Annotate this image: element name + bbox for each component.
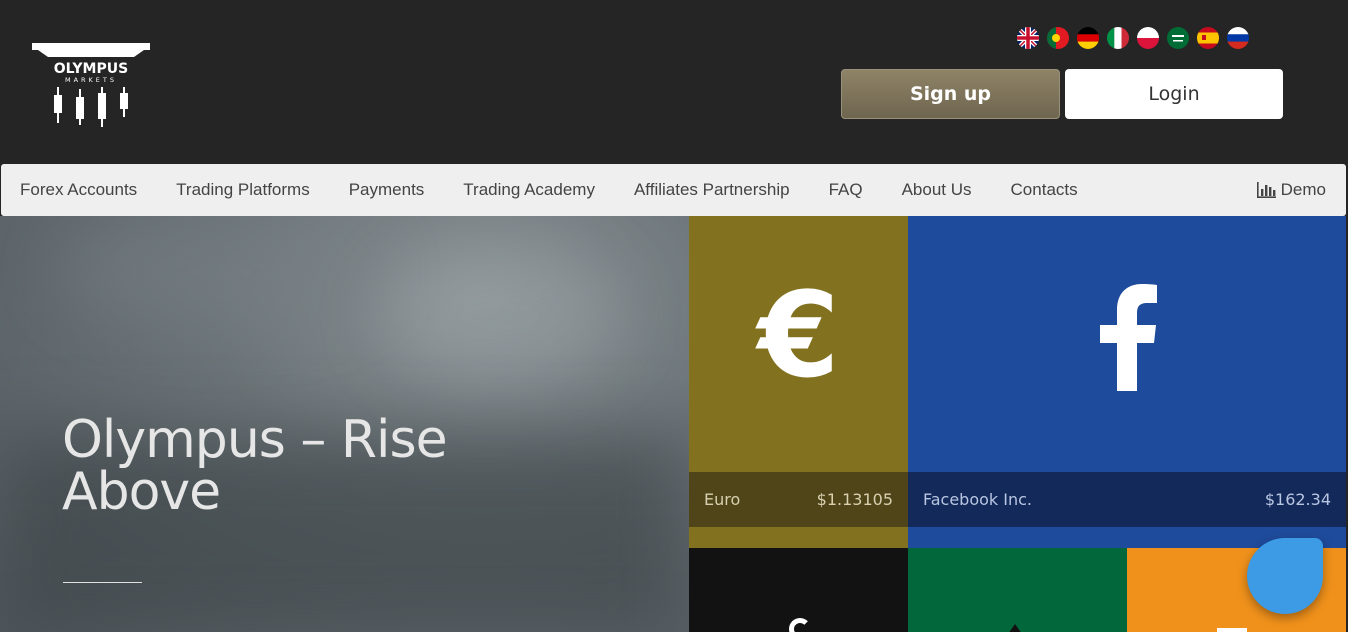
russia-flag-icon[interactable] [1227, 27, 1249, 49]
tile-info-bar: Facebook Inc. $162.34 [908, 472, 1346, 527]
svg-text:OLYMPUS: OLYMPUS [54, 61, 128, 77]
partial-icon [1008, 624, 1022, 632]
tile-info-bar: Euro $1.13105 [689, 472, 908, 527]
instrument-tile-facebook[interactable]: Facebook Inc. $162.34 [908, 216, 1346, 548]
nav-item-payments[interactable]: Payments [329, 180, 444, 200]
instrument-name: Euro [704, 490, 741, 509]
nav-item-affiliates-partnership[interactable]: Affiliates Partnership [614, 180, 809, 200]
chat-bubble-button[interactable] [1247, 538, 1323, 614]
login-button[interactable]: Login [1065, 69, 1283, 119]
instrument-tile-partial-black[interactable] [689, 548, 908, 632]
signup-button[interactable]: Sign up [841, 69, 1060, 119]
euro-icon: € [757, 266, 840, 404]
spain-flag-icon[interactable] [1197, 27, 1219, 49]
portugal-flag-icon[interactable] [1047, 27, 1069, 49]
olympus-markets-logo[interactable]: OLYMPUS MARKETS [30, 43, 152, 129]
nav-item-about-us[interactable]: About Us [882, 180, 991, 200]
svg-text:MARKETS: MARKETS [65, 76, 117, 84]
language-selector [1017, 27, 1249, 49]
page: OLYMPUS MARKETS Sign up Login Forex Acco… [0, 0, 1348, 632]
instrument-price: $162.34 [1264, 490, 1331, 509]
saudi-arabia-flag-icon[interactable] [1167, 27, 1189, 49]
nav-item-trading-academy[interactable]: Trading Academy [444, 180, 615, 200]
germany-flag-icon[interactable] [1077, 27, 1099, 49]
instrument-tile-partial-green[interactable] [908, 548, 1127, 632]
site-header: OLYMPUS MARKETS Sign up Login [0, 0, 1348, 163]
instrument-name: Facebook Inc. [923, 490, 1033, 509]
poland-flag-icon[interactable] [1137, 27, 1159, 49]
hero-title: Olympus – Rise Above [62, 410, 448, 522]
nav-item-trading-platforms[interactable]: Trading Platforms [157, 180, 330, 200]
nav-item-forex-accounts[interactable]: Forex Accounts [1, 180, 157, 200]
instrument-tile-euro[interactable]: € Euro $1.13105 [689, 216, 908, 548]
bar-chart-icon [1256, 182, 1276, 198]
partial-icon [789, 618, 811, 632]
hero-background-highlight [380, 246, 620, 386]
uk-flag-icon[interactable] [1017, 27, 1039, 49]
hero-divider [63, 582, 142, 583]
italy-flag-icon[interactable] [1107, 27, 1129, 49]
nav-item-contacts[interactable]: Contacts [991, 180, 1097, 200]
instrument-price: $1.13105 [816, 490, 893, 509]
hero-banner: Olympus – Rise Above [0, 216, 689, 632]
demo-label: Demo [1280, 180, 1326, 199]
demo-link[interactable]: Demo [1256, 164, 1326, 216]
facebook-icon [1100, 284, 1157, 391]
main-nav: Forex Accounts Trading Platforms Payment… [1, 164, 1346, 216]
hero-background-blur [60, 216, 380, 326]
partial-icon [1217, 628, 1247, 632]
nav-item-faq[interactable]: FAQ [809, 180, 882, 200]
